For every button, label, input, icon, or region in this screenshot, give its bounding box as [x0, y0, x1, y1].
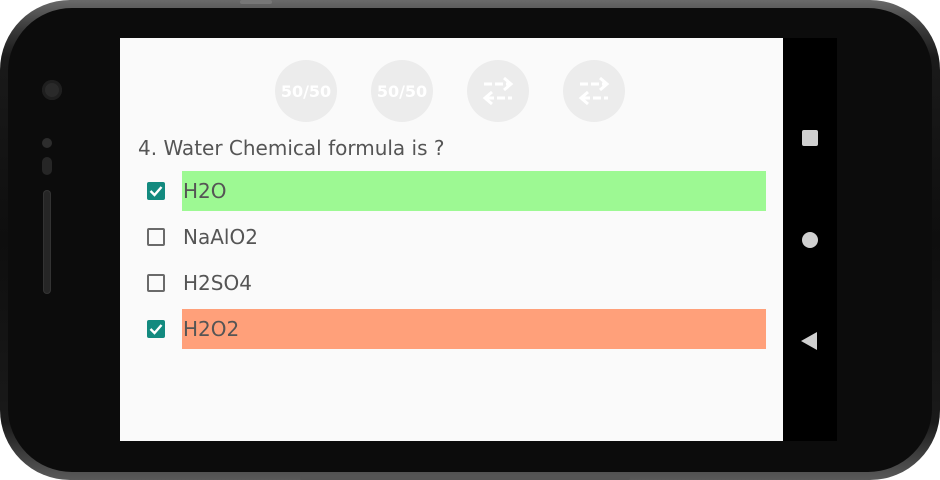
- lifeline-fifty-fifty-button[interactable]: 50/50: [275, 60, 337, 122]
- question-text: 4. Water Chemical formula is ?: [138, 136, 445, 160]
- option-highlight-wrong: [182, 309, 766, 349]
- lifeline-fifty-fifty-button-2[interactable]: 50/50: [371, 60, 433, 122]
- option-3[interactable]: H2SO4: [138, 263, 766, 303]
- option-2[interactable]: NaAlO2: [138, 217, 766, 257]
- option-label: H2O2: [183, 317, 240, 341]
- checkmark-icon: [149, 324, 163, 335]
- swap-arrows-icon: [578, 76, 610, 106]
- option-label: H2O: [183, 179, 227, 203]
- home-circle-icon[interactable]: [802, 232, 818, 248]
- speaker-grille-icon: [43, 190, 51, 294]
- option-highlight-correct: [182, 171, 766, 211]
- option-4[interactable]: H2O2: [138, 309, 766, 349]
- lifeline-swap-question-button[interactable]: [467, 60, 529, 122]
- back-triangle-icon[interactable]: [801, 332, 817, 350]
- option-label: NaAlO2: [183, 225, 258, 249]
- option-1[interactable]: H2O: [138, 171, 766, 211]
- android-nav-bar: [783, 38, 837, 441]
- proximity-sensor-icon: [42, 138, 52, 148]
- option-label: H2SO4: [183, 271, 252, 295]
- option-checkbox[interactable]: [147, 182, 165, 200]
- lifeline-swap-question-button-2[interactable]: [563, 60, 625, 122]
- app-screen: 50/50 50/50 4. Water Chemical formula is…: [120, 38, 783, 441]
- front-camera-icon: [42, 80, 62, 100]
- lifelines-bar: 50/50 50/50: [275, 60, 635, 122]
- option-checkbox[interactable]: [147, 228, 165, 246]
- recents-square-icon[interactable]: [802, 130, 818, 146]
- option-checkbox[interactable]: [147, 320, 165, 338]
- option-checkbox[interactable]: [147, 274, 165, 292]
- volume-rocker: [300, 476, 630, 480]
- swap-arrows-icon: [482, 76, 514, 106]
- lifeline-label: 50/50: [376, 81, 428, 101]
- light-sensor-icon: [42, 157, 52, 175]
- power-button: [240, 0, 272, 4]
- lifeline-label: 50/50: [280, 81, 332, 101]
- phone-frame: 50/50 50/50 4. Water Chemical formula is…: [0, 0, 940, 480]
- checkmark-icon: [149, 186, 163, 197]
